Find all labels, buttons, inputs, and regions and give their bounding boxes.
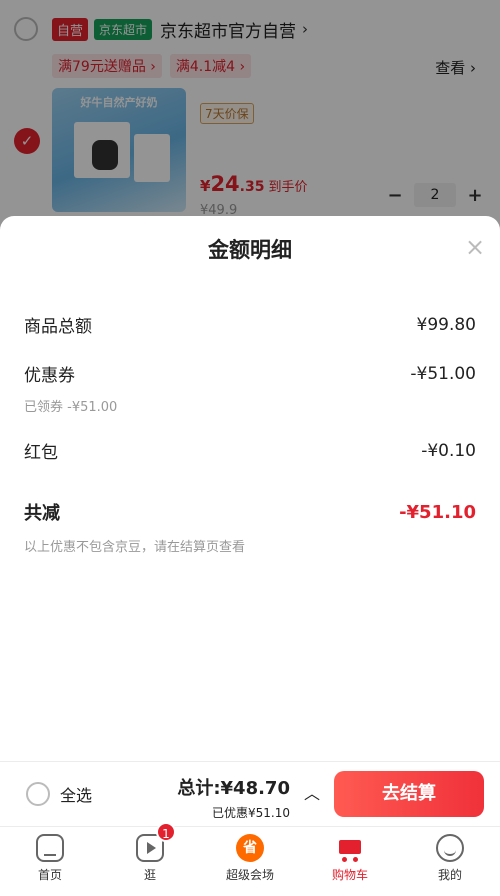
checkout-button[interactable]: 去结算	[334, 771, 484, 817]
red-packet-row: 红包 -¥0.10	[24, 438, 476, 464]
tab-super-venue-label: 超级会场	[225, 868, 274, 882]
total-reduction-row: 共减 -¥51.10	[24, 499, 476, 525]
goods-total-row: 商品总额 ¥99.80	[24, 312, 476, 338]
coupon-row: 优惠券 -¥51.00	[24, 361, 476, 387]
coupon-label: 优惠券	[24, 366, 75, 386]
total-price: 总计:¥48.70	[177, 778, 290, 799]
checkout-bar: 全选 总计:¥48.70 已优惠¥51.10 ︿ 去结算	[0, 761, 500, 826]
select-all[interactable]: 全选	[26, 782, 92, 806]
sheet-title: 金额明细	[208, 238, 292, 262]
coupon-value: -¥51.00	[410, 363, 476, 384]
cart-icon	[336, 834, 364, 862]
tab-browse[interactable]: 逛	[100, 827, 200, 896]
select-all-label: 全选	[60, 786, 93, 805]
total-reduction-value: -¥51.10	[399, 501, 476, 523]
red-packet-label: 红包	[24, 443, 58, 463]
notification-badge: 1	[156, 822, 176, 842]
coupon-sub-text: 已领券 -¥51.00	[24, 400, 118, 415]
tab-mine[interactable]: 我的	[400, 827, 500, 896]
goods-total-label: 商品总额	[24, 317, 92, 337]
face-icon	[436, 834, 464, 862]
saved-amount: 已优惠¥51.10	[212, 806, 290, 820]
tab-mine-label: 我的	[437, 868, 462, 882]
tab-cart[interactable]: 购物车	[300, 827, 400, 896]
close-icon[interactable]: ×	[462, 234, 488, 260]
red-packet-value: -¥0.10	[421, 440, 476, 461]
amount-detail-sheet: 金额明细 × 商品总额 ¥99.80 优惠券 -¥51.00 已领券 -¥51.…	[0, 216, 500, 761]
home-icon	[36, 834, 64, 862]
total-reduction-label: 共减	[24, 503, 60, 524]
chevron-up-icon[interactable]: ︿	[304, 780, 320, 804]
select-all-checkbox[interactable]	[26, 782, 50, 806]
order-summary: 总计:¥48.70 已优惠¥51.10	[177, 774, 290, 821]
bottom-tab-bar: 首页 逛 省 超级会场 购物车 我的	[0, 826, 500, 896]
reduction-note: 以上优惠不包含京豆，请在结算页查看	[24, 540, 246, 555]
tab-home[interactable]: 首页	[0, 827, 100, 896]
tab-home-label: 首页	[37, 868, 62, 882]
member-icon: 省	[236, 834, 264, 862]
tab-cart-label: 购物车	[331, 868, 368, 882]
tab-super-venue[interactable]: 省 超级会场	[200, 827, 300, 896]
tab-browse-label: 逛	[143, 868, 156, 882]
goods-total-value: ¥99.80	[416, 314, 476, 335]
